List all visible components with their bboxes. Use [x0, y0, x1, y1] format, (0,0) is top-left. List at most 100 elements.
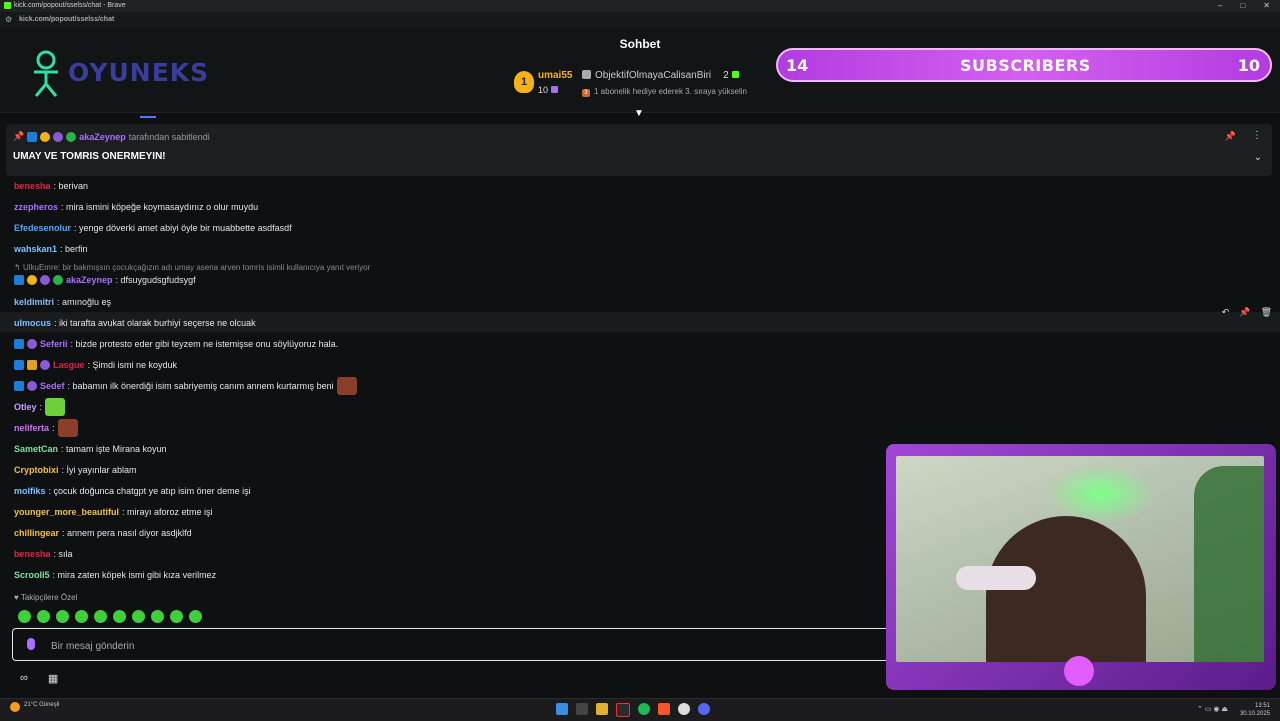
- pinned-by-user[interactable]: akaZeynep: [79, 132, 126, 142]
- chat-message[interactable]: benesha: sıla: [14, 549, 73, 559]
- clock-date: 30.10.2025: [1239, 711, 1270, 717]
- task-view-icon[interactable]: [576, 703, 588, 715]
- leader-2-name[interactable]: ObjektifOlmayaCalisanBiri: [595, 70, 711, 81]
- username[interactable]: benesha: [14, 549, 51, 559]
- username[interactable]: SametCan: [14, 444, 58, 454]
- chat-message[interactable]: Seferii: bizde protesto eder gibi teyzem…: [14, 339, 338, 349]
- minimize-icon[interactable]: –: [1218, 1, 1222, 10]
- file-explorer-icon[interactable]: [596, 703, 608, 715]
- moderator-badge-icon: [14, 339, 24, 349]
- emote-frog-icon[interactable]: [45, 398, 66, 416]
- message-text: :: [39, 402, 43, 412]
- username[interactable]: keldimitri: [14, 297, 54, 307]
- username[interactable]: Efedesenolur: [14, 223, 71, 233]
- username[interactable]: Otley: [14, 402, 37, 412]
- discord-icon[interactable]: [698, 703, 710, 715]
- chat-message[interactable]: keldimitri: amınoğlu eş: [14, 297, 111, 307]
- clock[interactable]: 13:51 30.10.2025: [1240, 702, 1270, 718]
- chat-message[interactable]: SametCan: tamam işte Mirana koyun: [14, 444, 167, 454]
- chat-message[interactable]: neliferta:: [14, 419, 78, 437]
- emote-icon[interactable]: [151, 610, 164, 623]
- chat-message[interactable]: zzepheros: mira ismini köpeğe koymasaydı…: [14, 202, 258, 212]
- chat-message[interactable]: molfiks: çocuk doğunca chatgpt ye atıp i…: [14, 486, 251, 496]
- chat-message[interactable]: wahskan1: berfin: [14, 244, 88, 254]
- message-text: : mira ismini köpeğe koymasaydınız o olu…: [61, 202, 259, 212]
- username[interactable]: molfiks: [14, 486, 46, 496]
- close-icon[interactable]: ✕: [1263, 1, 1270, 10]
- username[interactable]: younger_more_beautiful: [14, 507, 119, 517]
- emote-icon[interactable]: [189, 610, 202, 623]
- message-input-box[interactable]: [12, 628, 892, 661]
- crown-badge-icon: [27, 360, 37, 370]
- app-icon[interactable]: [678, 703, 690, 715]
- username[interactable]: chillingear: [14, 528, 59, 538]
- username[interactable]: Scrooll5: [14, 570, 50, 580]
- weather-widget[interactable]: 21°C Güneşli: [10, 702, 59, 712]
- maximize-icon[interactable]: □: [1240, 1, 1245, 10]
- username[interactable]: neliferta: [14, 423, 49, 433]
- unpin-icon[interactable]: 📌: [1225, 131, 1236, 142]
- emote-icon[interactable]: [170, 610, 183, 623]
- username[interactable]: Lasgue: [53, 360, 85, 370]
- chat-message[interactable]: Cryptobixi: İyi yayınlar ablam: [14, 465, 137, 475]
- username[interactable]: Sedef: [40, 381, 65, 391]
- username[interactable]: Cryptobixi: [14, 465, 59, 475]
- chat-bottom-tools: ∞ ▦: [20, 672, 58, 685]
- username[interactable]: ulmocus: [14, 318, 51, 328]
- subs-left-count: 14: [786, 56, 809, 75]
- pinned-message[interactable]: 📌 akaZeynep tarafından sabitlendi UMAY V…: [6, 124, 1272, 176]
- chat-message[interactable]: Efedesenolur: yenge döverki amet abiyi ö…: [14, 223, 292, 233]
- subscriber-badge-icon: [40, 275, 50, 285]
- emote-icon[interactable]: [113, 610, 126, 623]
- emote-icon[interactable]: [18, 610, 31, 623]
- chat-message[interactable]: Sedef: babamın ilk önerdiği isim sabriye…: [14, 377, 357, 395]
- emote-face-icon[interactable]: [336, 377, 357, 395]
- store-icon[interactable]: ▦: [48, 672, 58, 685]
- chat-message[interactable]: chillingear: annem pera nasıl diyor asdj…: [14, 528, 192, 538]
- emote-icon[interactable]: [75, 610, 88, 623]
- frame-emblem-icon: [1064, 656, 1094, 686]
- chat-message[interactable]: Otley:: [14, 398, 66, 416]
- username[interactable]: zzepheros: [14, 202, 58, 212]
- username[interactable]: akaZeynep: [66, 275, 113, 285]
- leader-2-count: 2: [723, 70, 729, 81]
- start-icon[interactable]: [556, 703, 568, 715]
- username[interactable]: Seferii: [40, 339, 68, 349]
- emote-face-icon[interactable]: [57, 419, 78, 437]
- more-options-icon[interactable]: ⋮: [1252, 130, 1262, 141]
- reply-icon[interactable]: ↶: [1222, 307, 1230, 318]
- emote-icon[interactable]: [132, 610, 145, 623]
- reply-context[interactable]: ↰ UlkuEmre: bir bakmışsın çocukçağızın a…: [14, 263, 370, 272]
- pin-icon[interactable]: 📌: [1239, 307, 1250, 318]
- rank-3-badge-icon: 3: [582, 89, 590, 97]
- delete-icon[interactable]: 🗑: [1261, 307, 1272, 318]
- address-bar[interactable]: ⚙ kick.com/popout/sselss/chat: [0, 12, 1280, 28]
- chat-message[interactable]: Lasgue: Şimdi ismi ne koyduk: [14, 360, 177, 370]
- collapse-leaderboard-icon[interactable]: ▼: [634, 108, 644, 119]
- kick-points-icon[interactable]: ∞: [20, 672, 28, 685]
- chat-message[interactable]: benesha: berivan: [14, 181, 88, 191]
- chevron-down-icon[interactable]: ⌄: [1254, 152, 1262, 163]
- subscribers-banner: 14 SUBSCRIBERS 10: [776, 48, 1272, 82]
- subscriber-badge-icon: [53, 131, 64, 142]
- brave-icon[interactable]: [658, 703, 670, 715]
- spotify-icon[interactable]: [638, 703, 650, 715]
- message-text: : annem pera nasıl diyor asdjklfd: [62, 528, 192, 538]
- system-tray[interactable]: ⌃ ▭ ◉ ⏏: [1197, 705, 1228, 713]
- chat-message[interactable]: Scrooll5: mira zaten köpek ismi gibi kız…: [14, 570, 216, 580]
- app-icon[interactable]: [616, 703, 630, 717]
- emote-icon[interactable]: [94, 610, 107, 623]
- chat-message[interactable]: younger_more_beautiful: mirayı aforoz et…: [14, 507, 213, 517]
- username[interactable]: benesha: [14, 181, 51, 191]
- chat-message[interactable]: akaZeynep: dfsuygudsgfudsygf: [14, 275, 196, 285]
- chat-message[interactable]: ulmocus: iki tarafta avukat olarak burhi…: [14, 318, 256, 328]
- url-text[interactable]: kick.com/popout/sselss/chat: [19, 16, 114, 23]
- site-settings-icon[interactable]: ⚙: [5, 15, 12, 24]
- username[interactable]: wahskan1: [14, 244, 57, 254]
- leader-1-name[interactable]: umai55: [538, 70, 572, 81]
- microphone-icon[interactable]: [27, 638, 35, 650]
- emote-icon[interactable]: [37, 610, 50, 623]
- window-title: kick.com/popout/sselss/chat - Brave: [14, 2, 126, 9]
- message-input[interactable]: [49, 636, 853, 656]
- emote-icon[interactable]: [56, 610, 69, 623]
